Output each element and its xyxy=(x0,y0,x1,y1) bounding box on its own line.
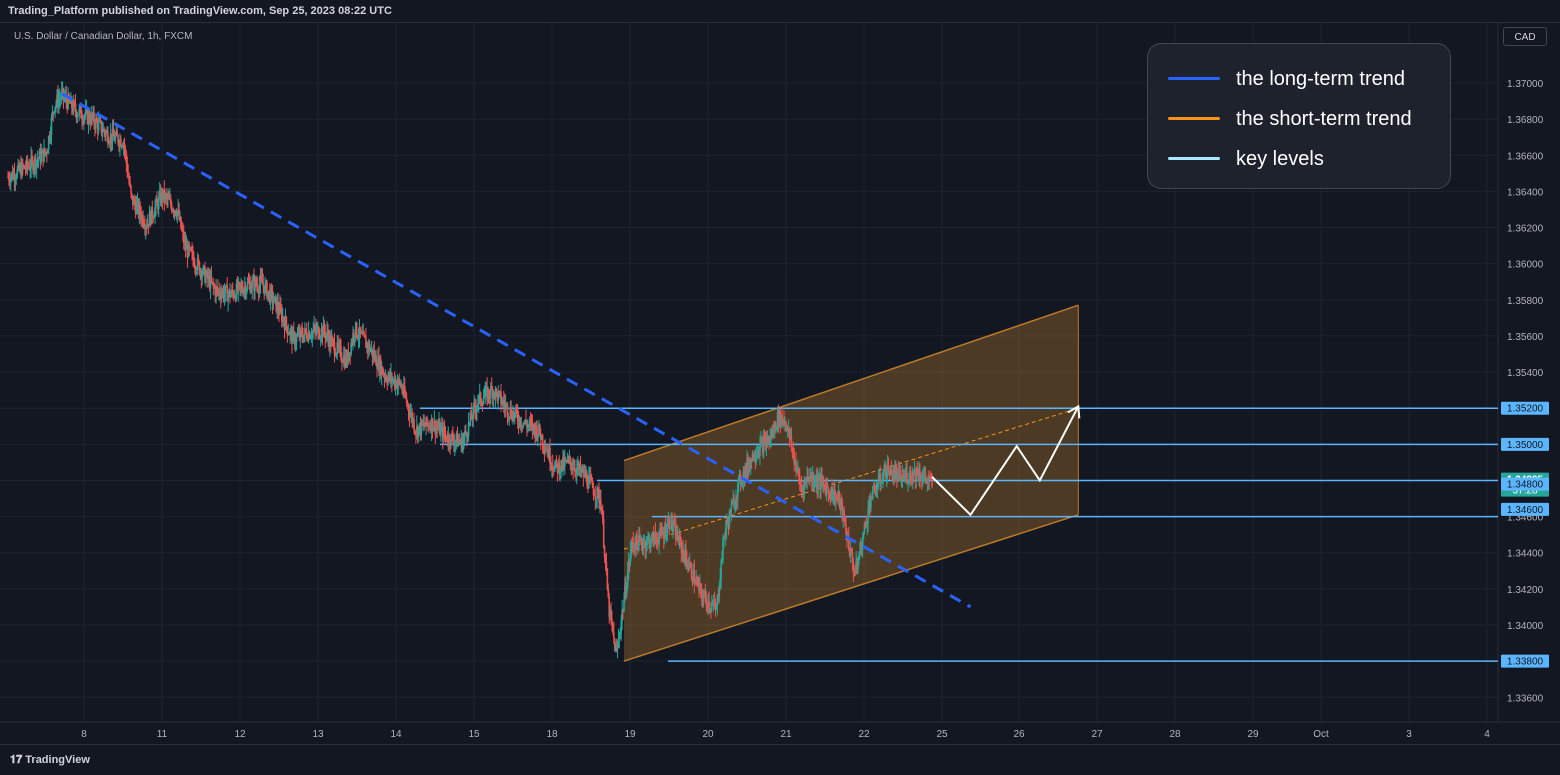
candle-body xyxy=(924,473,927,479)
candle-body xyxy=(690,564,693,578)
candle-body xyxy=(413,419,415,431)
candle-body xyxy=(555,459,558,464)
x-tick-label: 11 xyxy=(157,729,168,740)
candle-body xyxy=(906,472,908,483)
publish-bar: Trading_Platform published on TradingVie… xyxy=(0,0,1560,23)
y-tick-label: 1.33600 xyxy=(1507,693,1544,704)
x-tick-label: 26 xyxy=(1013,729,1025,740)
currency-button[interactable]: CAD xyxy=(1503,27,1547,46)
y-tick-label: 1.36200 xyxy=(1507,224,1544,235)
candle-body xyxy=(355,322,358,337)
y-tick-label: 1.34200 xyxy=(1507,585,1544,596)
candle-body xyxy=(285,317,288,327)
candle-body xyxy=(444,434,447,436)
x-tick-label: 29 xyxy=(1247,729,1259,740)
candle-body xyxy=(251,280,253,289)
footer-bar: 𝟏𝟕 TradingView xyxy=(0,744,1560,775)
y-tick-label: 1.34400 xyxy=(1507,549,1544,560)
candle-body xyxy=(870,498,872,508)
legend-label: the short-term trend xyxy=(1236,108,1412,130)
candle-body xyxy=(861,538,864,550)
candle-body xyxy=(708,600,710,609)
legend-swatch xyxy=(1168,77,1220,80)
price-tag-label: 1.34600 xyxy=(1507,505,1544,516)
x-tick-label: 28 xyxy=(1169,729,1181,740)
x-tick-label: 15 xyxy=(468,729,480,740)
candle-body xyxy=(817,479,820,489)
x-tick-label: 3 xyxy=(1406,729,1412,740)
candle-body xyxy=(569,457,572,463)
y-tick-label: 1.35600 xyxy=(1507,332,1544,343)
x-tick-label: 21 xyxy=(780,729,792,740)
candle-body xyxy=(40,153,43,163)
candle-body xyxy=(130,185,132,194)
candle-body xyxy=(602,518,605,547)
x-tick-label: 19 xyxy=(624,729,636,740)
x-tick-label: 4 xyxy=(1484,729,1490,740)
y-tick-label: 1.36000 xyxy=(1507,260,1544,271)
legend-swatch xyxy=(1168,117,1220,120)
candle-body xyxy=(720,560,722,579)
long-term-trendline xyxy=(61,92,972,609)
candle-body xyxy=(705,596,708,605)
candle-body xyxy=(262,283,265,286)
x-axis: 8 11 12 13 14 15 18 19 20 21 22 25 26 27 28 29 Oct 3 4 xyxy=(0,721,1560,740)
x-tick-label: Oct xyxy=(1313,729,1329,740)
price-tag-label: 1.35000 xyxy=(1507,440,1544,451)
legend-label: the long-term trend xyxy=(1236,68,1405,90)
price-tag-label: 1.35200 xyxy=(1507,404,1544,415)
candle-body xyxy=(890,466,893,471)
candle-body xyxy=(668,519,671,529)
x-tick-label: 12 xyxy=(234,729,246,740)
short-term-channel xyxy=(623,304,1079,662)
brand-name: TradingView xyxy=(25,754,90,766)
candle-body xyxy=(210,276,213,282)
x-tick-label: 8 xyxy=(81,729,87,740)
candle-body xyxy=(611,618,613,624)
channel-fill xyxy=(624,305,1079,662)
candle-body xyxy=(931,477,933,487)
y-tick-label: 1.34000 xyxy=(1507,621,1544,632)
y-tick-label: 1.36800 xyxy=(1507,115,1544,126)
candle-body xyxy=(730,505,733,517)
candle-body xyxy=(613,632,615,639)
price-tag-label: 1.34800 xyxy=(1507,480,1544,491)
logo-mark: 𝟏𝟕 xyxy=(10,754,26,766)
x-tick-label: 25 xyxy=(936,729,948,740)
candle-body xyxy=(482,398,485,405)
y-axis: 1.37000 1.36800 1.36600 1.36400 1.36200 1.360… xyxy=(1497,22,1544,722)
publish-text: Trading_Platform published on TradingVie… xyxy=(8,5,392,17)
x-tick-label: 14 xyxy=(390,729,402,740)
x-tick-label: 13 xyxy=(312,729,324,740)
price-tag-label: 1.33800 xyxy=(1507,657,1544,668)
y-tick-label: 1.35400 xyxy=(1507,368,1544,379)
x-tick-label: 20 xyxy=(702,729,714,740)
legend-label: key levels xyxy=(1236,148,1324,170)
x-tick-label: 22 xyxy=(858,729,870,740)
y-tick-label: 1.36400 xyxy=(1507,187,1544,198)
candle-body xyxy=(131,193,133,196)
y-tick-label: 1.37000 xyxy=(1507,79,1544,90)
candle-body xyxy=(872,486,874,499)
y-tick-label: 1.36600 xyxy=(1507,151,1544,162)
candle-body xyxy=(790,436,793,448)
y-tick-label: 1.35800 xyxy=(1507,296,1544,307)
legend-swatch xyxy=(1168,157,1220,160)
tradingview-logo-icon[interactable]: 𝟏𝟕 TradingView xyxy=(10,754,90,767)
legend-box: the long-term trend the short-term trend… xyxy=(1147,43,1451,189)
candle-body xyxy=(97,121,100,131)
long-term-trend-line xyxy=(61,92,972,609)
symbol-title: U.S. Dollar / Canadian Dollar, 1h, FXCM xyxy=(14,31,193,42)
x-tick-label: 18 xyxy=(546,729,558,740)
x-tick-label: 27 xyxy=(1091,729,1103,740)
